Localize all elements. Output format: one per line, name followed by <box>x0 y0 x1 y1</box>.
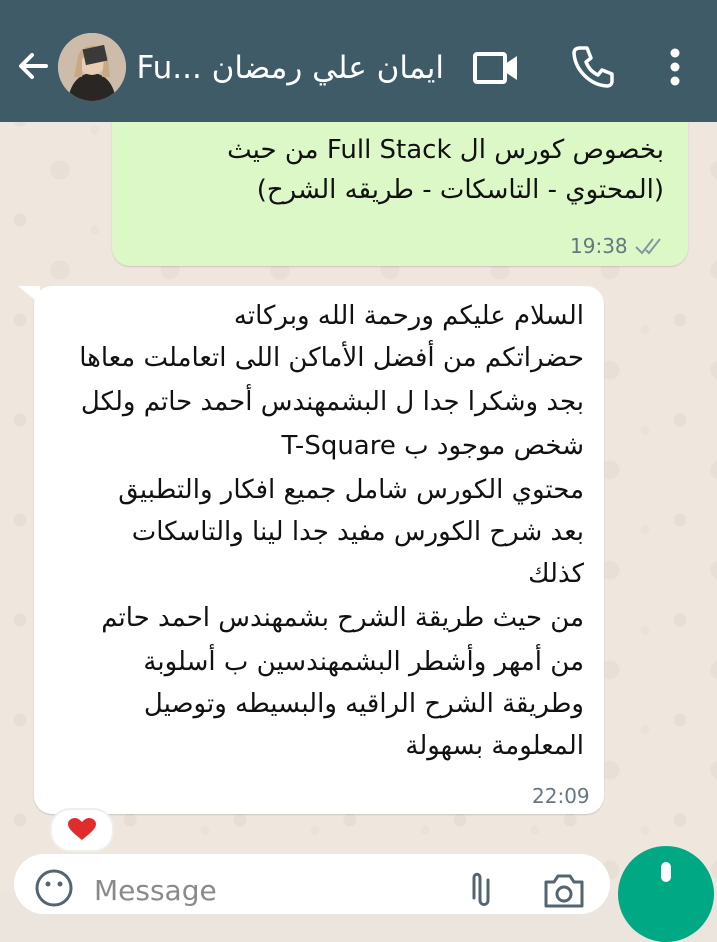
message-input-bar <box>14 854 610 914</box>
avatar[interactable] <box>58 33 126 101</box>
phone-icon[interactable] <box>570 44 616 90</box>
message-line: من أمهر وأشطر البشمهندسين ب أسلوبة <box>143 647 584 677</box>
incoming-message-bubble[interactable]: السلام عليكم ورحمة الله وبركاته حضراتكم … <box>34 286 604 814</box>
mic-icon <box>661 862 671 882</box>
message-line: كذلك <box>528 559 584 589</box>
message-reaction[interactable] <box>50 808 114 852</box>
message-line: محتوي الكورس شامل جميع افكار والتطبيق <box>118 475 584 505</box>
heart-icon <box>68 818 96 840</box>
message-line: بخصوص كورس ال Full Stack من حيث <box>227 135 664 165</box>
video-call-icon[interactable] <box>472 48 520 88</box>
back-arrow-icon[interactable] <box>14 46 54 86</box>
contact-name[interactable]: ايمان علي رمضان ...Fu <box>136 44 444 92</box>
message-line: بعد شرح الكورس مفيد جدا لينا والتاسكات <box>131 517 584 547</box>
emoji-icon[interactable] <box>34 868 74 908</box>
attach-icon[interactable] <box>462 868 498 908</box>
message-input[interactable] <box>94 870 394 910</box>
message-line: (المحتوي - التاسكات - طريقه الشرح) <box>256 175 664 205</box>
message-line: حضراتكم من أفضل الأماكن اللى اتعاملت معا… <box>79 343 584 373</box>
more-options-icon[interactable] <box>660 46 690 88</box>
chat-header: ايمان علي رمضان ...Fu <box>0 0 717 122</box>
message-line: بجد وشكرا جدا ل البشمهندس أحمد حاتم ولكل <box>80 387 584 417</box>
message-line: من حيث طريقة الشرح بشمهندس احمد حاتم <box>101 603 584 633</box>
camera-icon[interactable] <box>542 868 586 908</box>
message-line: وطريقة الشرح الراقيه والبسيطه وتوصيل <box>143 689 584 719</box>
message-line: السلام عليكم ورحمة الله وبركاته <box>233 301 584 331</box>
message-time: 22:09 <box>532 784 590 808</box>
message-time: 19:38 <box>570 234 628 258</box>
message-line: المعلومة بسهولة <box>405 731 584 761</box>
avatar-image <box>58 33 126 101</box>
delivered-ticks-icon <box>635 238 661 255</box>
mic-button[interactable] <box>618 846 714 942</box>
message-line: شخص موجود ب T-Square <box>281 431 584 461</box>
